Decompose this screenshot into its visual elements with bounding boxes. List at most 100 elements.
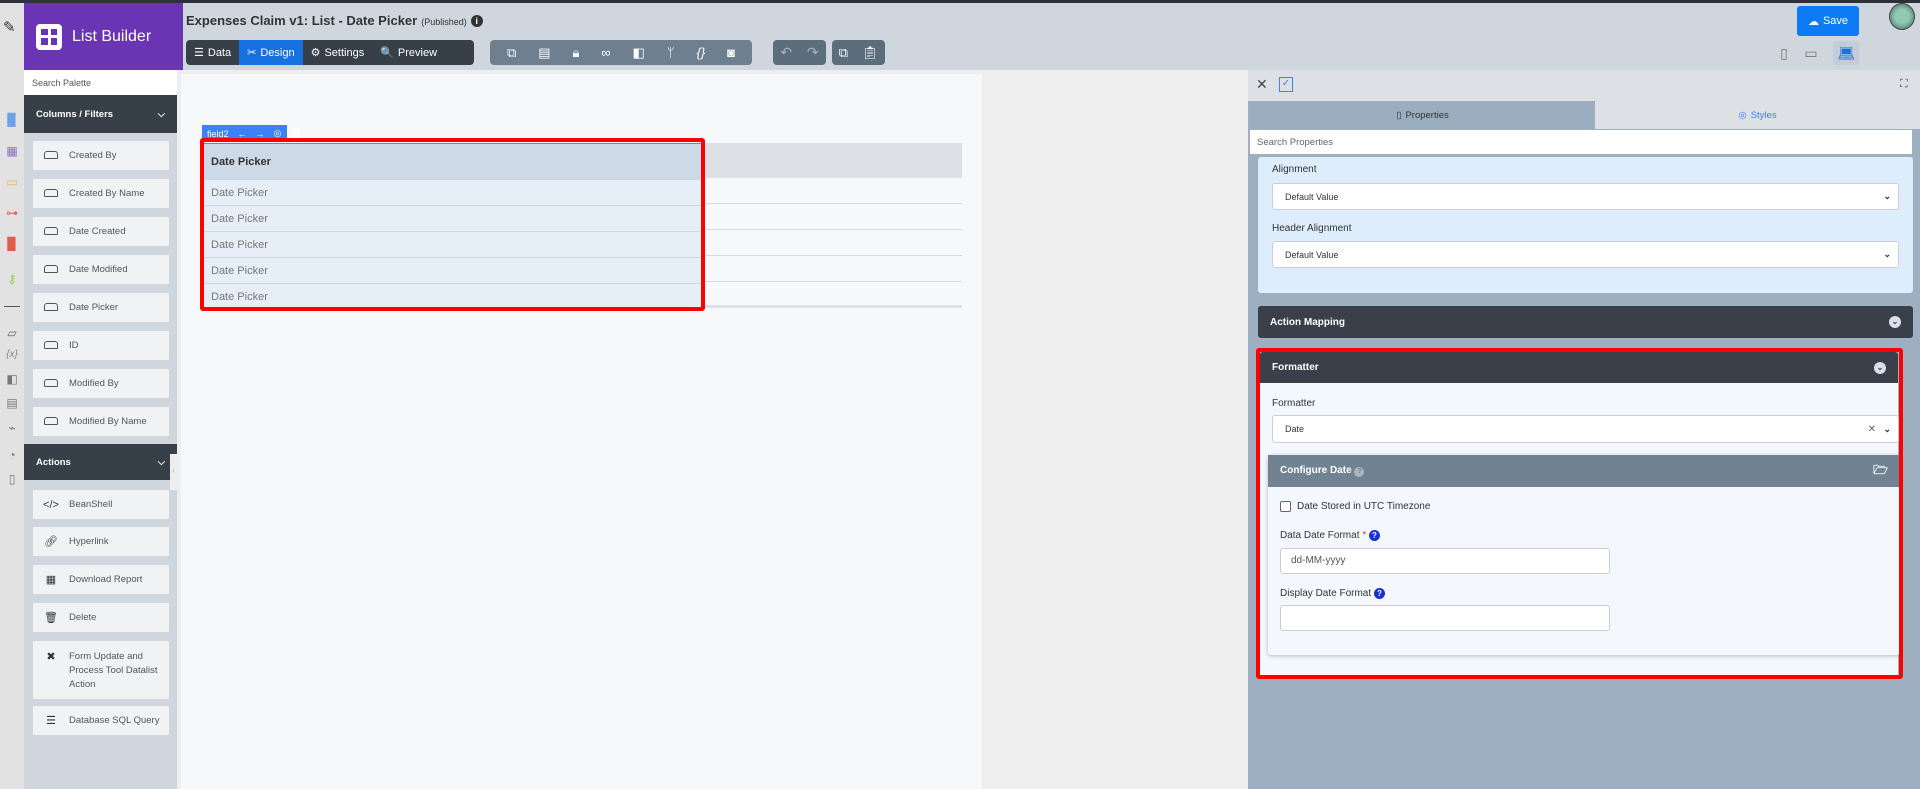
section-title: Action Mapping — [1270, 316, 1345, 328]
item-label: Form Update and Process Tool Datalist Ac… — [69, 651, 158, 690]
tablet-view-icon[interactable]: ▭ — [1800, 41, 1822, 65]
palette-column-item[interactable]: Date Picker — [33, 293, 169, 322]
tab-design[interactable]: ✂ Design — [239, 40, 303, 65]
status-badge: (Published) — [421, 17, 467, 27]
select-value: Default Value — [1285, 191, 1339, 202]
collapse-palette-handle[interactable]: ‹ — [170, 454, 177, 490]
undo-icon[interactable]: ↶ — [780, 44, 792, 61]
action-mapping-header[interactable]: Action Mapping ⌄ — [1258, 306, 1913, 338]
placeholder: Search Properties — [1257, 137, 1334, 148]
tab-properties[interactable]: ▯ Properties — [1250, 101, 1595, 129]
desktop-view-icon[interactable]: 💻︎ — [1833, 41, 1859, 65]
redo-icon[interactable]: ↷ — [807, 44, 819, 61]
clipboard-group: ⧉ 📋︎ — [832, 40, 885, 65]
form-icon[interactable]: ▉ — [4, 113, 20, 127]
tab-label: Preview — [397, 46, 438, 59]
field-id-label: field2 — [207, 128, 229, 139]
move-right-icon[interactable]: → — [256, 129, 265, 139]
link-icon: 🔗︎ — [44, 536, 58, 548]
palette-action-hyperlink[interactable]: 🔗︎ Hyperlink — [33, 527, 169, 556]
paste-icon[interactable]: 📋︎ — [862, 45, 879, 61]
item-label: Date Created — [69, 226, 126, 237]
move-left-icon[interactable]: ← — [238, 129, 247, 139]
layout-icon[interactable]: ▤ — [538, 45, 550, 61]
alignment-group — [1258, 157, 1913, 293]
palette-action-beanshell[interactable]: </> BeanShell — [33, 490, 169, 519]
search-palette-input[interactable]: Search Palette — [24, 70, 177, 95]
translate-icon[interactable]: ◧ — [633, 45, 645, 61]
palette-column-item[interactable]: Created By Name — [33, 179, 169, 208]
process-icon[interactable]: ⊶ — [4, 206, 20, 220]
tab-styles[interactable]: ◎ Styles — [1595, 101, 1920, 129]
tab-label: Settings — [324, 46, 365, 59]
list-icon[interactable]: ▦ — [4, 144, 20, 158]
key-icon[interactable]: ⚷ — [4, 272, 20, 286]
userview-icon[interactable]: ▭ — [4, 175, 20, 189]
apply-check-icon[interactable]: ✓ — [1279, 77, 1293, 92]
copy-icon[interactable]: ⧉ — [839, 45, 848, 61]
item-label: Modified By — [69, 378, 119, 389]
translate-icon[interactable]: ◧ — [4, 372, 20, 386]
info-icon[interactable]: i — [470, 15, 483, 27]
edit-icon[interactable]: ✎ — [3, 18, 16, 36]
branch-icon[interactable]: ᛘ — [667, 45, 675, 60]
palette-action-download-report[interactable]: ▦ Download Report — [33, 565, 169, 594]
mobile-view-icon[interactable]: ▯ — [1774, 41, 1794, 65]
variables-icon[interactable]: {x} — [4, 349, 20, 360]
plugin-icon[interactable]: ⌁ — [4, 421, 20, 435]
drive-icon — [43, 302, 59, 314]
search-properties-input[interactable]: Search Properties — [1250, 130, 1912, 154]
close-icon[interactable]: ✕ — [1256, 76, 1268, 93]
main-tabs: ☰ Data ✂ Design ⚙ Settings 🔍 Preview — [186, 40, 474, 65]
variables-icon[interactable]: {} — [697, 45, 706, 60]
section-title: Columns / Filters — [36, 108, 114, 120]
header-alignment-select[interactable]: Default Value ⌄ — [1272, 241, 1899, 268]
palette-column-item[interactable]: Modified By Name — [33, 407, 169, 436]
palette-column-item[interactable]: Created By — [33, 141, 169, 170]
item-label: ID — [69, 340, 79, 351]
cloud-upload-icon: ☁ — [1807, 15, 1819, 28]
camera-icon[interactable]: ◙ — [727, 45, 735, 60]
tools-icon: ✖ — [46, 651, 56, 663]
palette-action-form-update[interactable]: ✖ Form Update and Process Tool Datalist A… — [33, 641, 169, 699]
document-icon[interactable]: ▤ — [4, 396, 20, 410]
actions-section-header[interactable]: Actions ⌵ — [24, 444, 177, 480]
drive-icon — [43, 264, 59, 276]
tab-data[interactable]: ☰ Data — [186, 40, 239, 65]
note-icon[interactable]: ▱ — [4, 326, 20, 340]
fullscreen-icon[interactable]: ⛶ — [1900, 78, 1908, 91]
palette-action-delete[interactable]: 🗑︎ Delete — [33, 603, 169, 632]
columns-section-header[interactable]: Columns / Filters ⌵ — [24, 95, 177, 133]
page-title: Expenses Claim v1: List - Date Picker (Pu… — [186, 13, 483, 28]
alignment-label: Alignment — [1272, 164, 1317, 175]
lock-icon[interactable]: 🔒︎ — [572, 45, 579, 61]
palette-column-item[interactable]: ID — [33, 331, 169, 360]
palette-column-item[interactable]: Date Created — [33, 217, 169, 246]
sitemap-icon[interactable]: ⧉ — [507, 45, 516, 61]
save-button[interactable]: ☁ Save — [1797, 6, 1859, 36]
binoculars-icon[interactable]: ∞ — [601, 45, 610, 60]
file-icon: ▯ — [1396, 109, 1402, 121]
report-icon[interactable]: ▉ — [4, 237, 20, 251]
palette-column-item[interactable]: Date Modified — [33, 255, 169, 284]
select-value: Default Value — [1285, 249, 1339, 260]
section-title: Actions — [36, 456, 71, 468]
placeholder: Search Palette — [32, 78, 92, 88]
item-label: Created By — [69, 150, 117, 161]
tab-label: Styles — [1750, 109, 1777, 121]
avatar[interactable] — [1889, 3, 1915, 30]
tab-settings[interactable]: ⚙ Settings — [303, 40, 373, 65]
palette-column-item[interactable]: Modified By — [33, 369, 169, 398]
alignment-select[interactable]: Default Value ⌄ — [1272, 183, 1899, 210]
drive-icon — [43, 188, 59, 200]
highlight-box-column — [200, 138, 705, 311]
tab-preview[interactable]: 🔍 Preview — [372, 40, 445, 65]
gauge-icon[interactable]: ◔ — [4, 448, 20, 462]
chevron-circle-down-icon: ⌄ — [1889, 316, 1901, 328]
tab-label: Design — [260, 46, 295, 59]
drive-icon — [43, 150, 59, 162]
scroll-icon[interactable]: ▯ — [4, 472, 20, 486]
gear-icon: ⚙ — [310, 47, 321, 59]
palette-action-database-sql[interactable]: ☰ Database SQL Query — [33, 706, 169, 735]
trash-icon: 🗑︎ — [44, 612, 58, 624]
